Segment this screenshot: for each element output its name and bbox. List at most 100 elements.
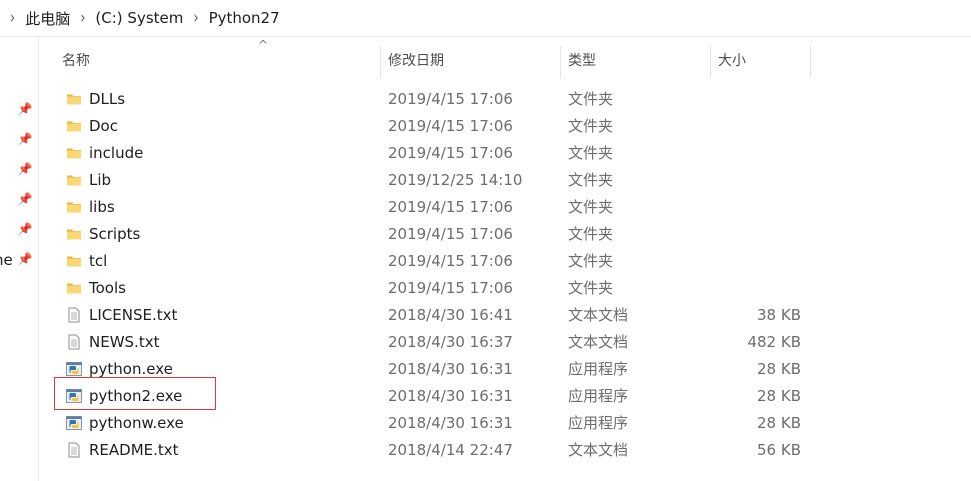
file-date: 2019/4/15 17:06 — [388, 117, 513, 135]
python-exe-icon — [66, 361, 82, 377]
column-header-name[interactable]: 名称 — [54, 44, 379, 78]
file-size: 482 KB — [747, 333, 801, 351]
text-file-icon — [66, 334, 82, 350]
file-row[interactable]: Doc 2019/4/15 17:06 文件夹 — [46, 113, 816, 140]
folder-icon — [66, 118, 82, 134]
file-name[interactable]: README.txt — [89, 437, 179, 464]
file-date: 2019/4/15 17:06 — [388, 279, 513, 297]
file-size — [706, 275, 801, 302]
file-size — [706, 248, 801, 275]
breadcrumb: › 此电脑 › (C:) System › Python27 — [0, 0, 971, 37]
file-type: 文件夹 — [568, 225, 614, 243]
file-type: 应用程序 — [568, 414, 629, 432]
file-type: 文本文档 — [568, 441, 629, 459]
column-header-row: ^ 名称 修改日期 类型 大小 — [46, 38, 816, 78]
file-size: 56 KB — [757, 441, 801, 459]
column-header-type[interactable]: 类型 — [560, 44, 710, 78]
file-size — [706, 221, 801, 248]
file-row[interactable]: tcl 2019/4/15 17:06 文件夹 — [46, 248, 816, 275]
file-type: 文本文档 — [568, 333, 629, 351]
file-row[interactable]: NEWS.txt 2018/4/30 16:37 文本文档 482 KB — [46, 329, 816, 356]
column-header-size[interactable]: 大小 — [710, 44, 810, 78]
python-exe-icon — [66, 415, 82, 431]
text-file-icon — [66, 442, 82, 458]
file-name[interactable]: Lib — [89, 167, 111, 194]
breadcrumb-item-this-pc[interactable]: 此电脑 — [25, 8, 70, 29]
file-row[interactable]: libs 2019/4/15 17:06 文件夹 — [46, 194, 816, 221]
file-row[interactable]: DLLs 2019/4/15 17:06 文件夹 — [46, 86, 816, 113]
pin-icon[interactable]: 📌 — [17, 222, 33, 238]
text-file-icon — [66, 307, 82, 323]
pin-icon[interactable]: 📌 — [17, 102, 33, 118]
highlight-box — [54, 377, 216, 410]
file-name[interactable]: LICENSE.txt — [89, 302, 177, 329]
breadcrumb-item-c-drive[interactable]: (C:) System — [95, 9, 183, 27]
file-row[interactable]: pythonw.exe 2018/4/30 16:31 应用程序 28 KB — [46, 410, 816, 437]
chevron-right-icon[interactable]: › — [80, 8, 85, 28]
file-name[interactable]: include — [89, 140, 143, 167]
file-type: 文件夹 — [568, 279, 614, 297]
file-row[interactable]: Scripts 2019/4/15 17:06 文件夹 — [46, 221, 816, 248]
file-name[interactable]: DLLs — [89, 86, 125, 113]
file-size — [706, 86, 801, 113]
file-size — [706, 113, 801, 140]
pin-icon[interactable]: 📌 — [17, 252, 33, 268]
file-date: 2019/4/15 17:06 — [388, 198, 513, 216]
folder-icon — [66, 145, 82, 161]
file-size — [706, 167, 801, 194]
file-row[interactable]: Lib 2019/12/25 14:10 文件夹 — [46, 167, 816, 194]
file-name[interactable]: libs — [89, 194, 115, 221]
file-row[interactable]: LICENSE.txt 2018/4/30 16:41 文本文档 38 KB — [46, 302, 816, 329]
file-date: 2019/4/15 17:06 — [388, 225, 513, 243]
file-size: 28 KB — [757, 360, 801, 378]
file-type: 文件夹 — [568, 117, 614, 135]
pin-icon[interactable]: 📌 — [17, 132, 33, 148]
column-header-date[interactable]: 修改日期 — [380, 44, 560, 78]
file-date: 2018/4/14 22:47 — [388, 441, 513, 459]
file-date: 2019/4/15 17:06 — [388, 252, 513, 270]
breadcrumb-item-python27[interactable]: Python27 — [209, 9, 280, 27]
file-size: 28 KB — [757, 414, 801, 432]
file-size — [706, 140, 801, 167]
file-date: 2018/4/30 16:31 — [388, 387, 513, 405]
file-name[interactable]: tcl — [89, 248, 107, 275]
file-name[interactable]: Scripts — [89, 221, 140, 248]
file-date: 2019/4/15 17:06 — [388, 144, 513, 162]
file-name[interactable]: NEWS.txt — [89, 329, 159, 356]
folder-icon — [66, 199, 82, 215]
column-divider[interactable] — [810, 46, 811, 78]
folder-icon — [66, 172, 82, 188]
file-type: 文件夹 — [568, 252, 614, 270]
navigation-pane: 📌 📌 📌 📌 📌 📌 ne — [0, 37, 39, 481]
file-type: 应用程序 — [568, 387, 629, 405]
file-name[interactable]: Doc — [89, 113, 118, 140]
file-date: 2018/4/30 16:41 — [388, 306, 513, 324]
file-type: 应用程序 — [568, 360, 629, 378]
file-type: 文件夹 — [568, 171, 614, 189]
file-row[interactable]: README.txt 2018/4/14 22:47 文本文档 56 KB — [46, 437, 816, 464]
chevron-right-icon[interactable]: › — [10, 8, 15, 28]
pin-icon[interactable]: 📌 — [17, 192, 33, 208]
file-row[interactable]: Tools 2019/4/15 17:06 文件夹 — [46, 275, 816, 302]
file-type: 文件夹 — [568, 198, 614, 216]
chevron-right-icon[interactable]: › — [193, 8, 198, 28]
file-size: 38 KB — [757, 306, 801, 324]
file-name[interactable]: Tools — [89, 275, 126, 302]
file-type: 文件夹 — [568, 144, 614, 162]
file-row[interactable]: include 2019/4/15 17:06 文件夹 — [46, 140, 816, 167]
folder-icon — [66, 91, 82, 107]
file-name[interactable]: pythonw.exe — [89, 410, 184, 437]
file-date: 2019/12/25 14:10 — [388, 171, 523, 189]
file-size — [706, 194, 801, 221]
folder-icon — [66, 280, 82, 296]
file-date: 2018/4/30 16:31 — [388, 360, 513, 378]
pin-icon[interactable]: 📌 — [17, 162, 33, 178]
file-type: 文本文档 — [568, 306, 629, 324]
folder-icon — [66, 253, 82, 269]
nav-item-label[interactable]: ne — [0, 251, 13, 269]
file-date: 2018/4/30 16:37 — [388, 333, 513, 351]
file-type: 文件夹 — [568, 90, 614, 108]
folder-icon — [66, 226, 82, 242]
file-size: 28 KB — [757, 387, 801, 405]
file-date: 2018/4/30 16:31 — [388, 414, 513, 432]
